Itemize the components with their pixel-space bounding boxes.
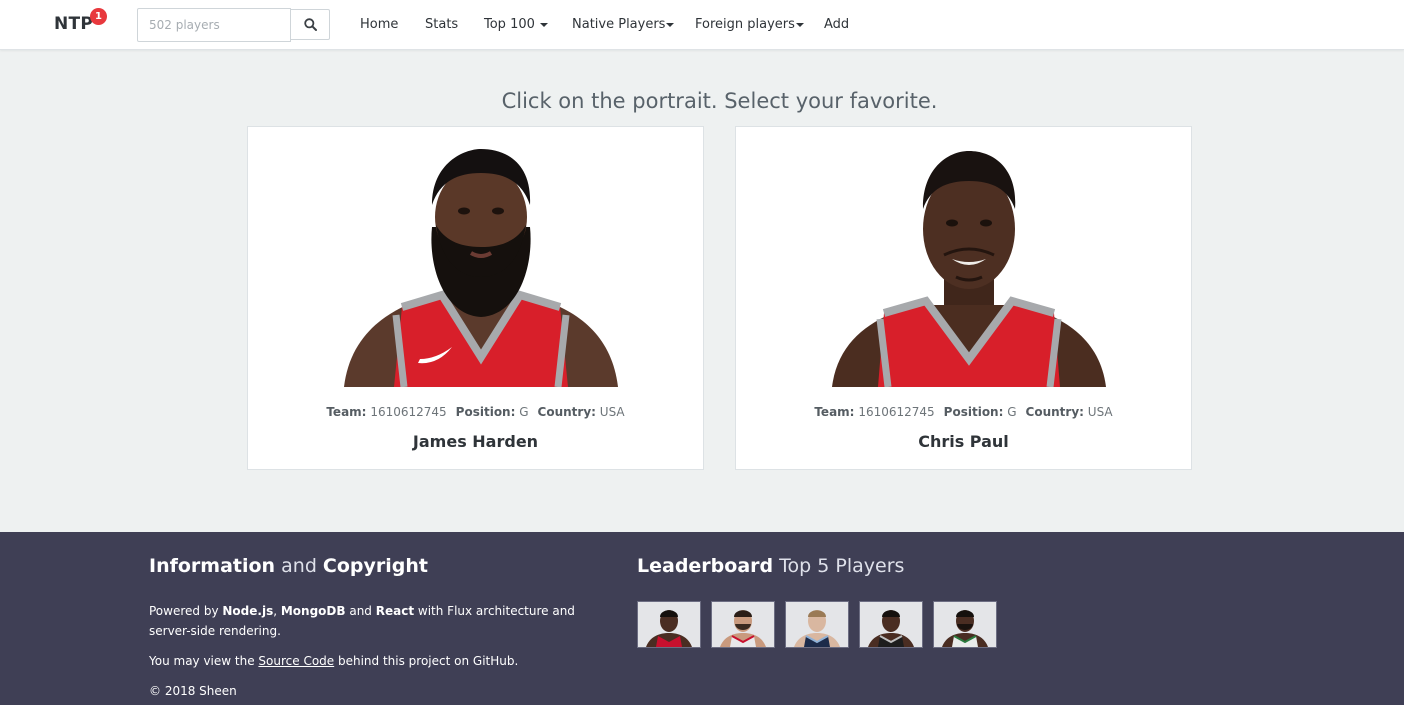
text-fragment: and	[345, 604, 376, 618]
notification-badge: 1	[90, 8, 107, 25]
nav-native-players-label: Native Players	[572, 17, 666, 32]
heading-rest: Top 5 Players	[773, 555, 905, 577]
caret-down-icon	[540, 22, 549, 27]
page-headline: Click on the portrait. Select your favor…	[501, 89, 938, 113]
leaderboard-thumb[interactable]	[785, 601, 849, 648]
player-thumbnail	[712, 602, 774, 647]
team-label: Team:	[326, 405, 367, 419]
player-card: Team: 1610612745 Position: G Country: USA …	[735, 126, 1192, 470]
footer: Information and Copyright Powered by Nod…	[0, 532, 1404, 705]
nav-top-100[interactable]: Top 100	[484, 17, 549, 32]
position-value: G	[519, 405, 529, 419]
copyright-text: © 2018 Sheen	[149, 684, 237, 698]
nav-home[interactable]: Home	[360, 17, 398, 32]
nav-foreign-players-label: Foreign players	[695, 17, 795, 32]
team-value: 1610612745	[858, 405, 935, 419]
heading-bold: Information	[149, 555, 276, 577]
player-thumbnail	[786, 602, 848, 647]
leaderboard-thumb[interactable]	[637, 601, 701, 648]
position-label: Position:	[943, 405, 1004, 419]
leaderboard-thumb[interactable]	[711, 601, 775, 648]
text-fragment: You may view the	[149, 654, 259, 668]
leaderboard-thumb[interactable]	[859, 601, 923, 648]
heading-bold: Leaderboard	[637, 555, 774, 577]
leaderboard-thumb[interactable]	[933, 601, 997, 648]
footer-info-heading: Information and Copyright	[149, 555, 428, 577]
player-thumbnail	[860, 602, 922, 647]
source-code-link[interactable]: Source Code	[258, 654, 334, 668]
player-meta: Team: 1610612745 Position: G Country: USA	[736, 405, 1191, 419]
country-label: Country:	[537, 405, 596, 419]
tech-mongodb: MongoDB	[280, 604, 346, 618]
nav-top-100-label: Top 100	[484, 17, 535, 32]
player-portrait[interactable]	[344, 147, 618, 387]
player-name: James Harden	[412, 432, 539, 451]
search-input[interactable]	[137, 8, 291, 42]
nav-add[interactable]: Add	[824, 17, 849, 32]
leaderboard-heading: Leaderboard Top 5 Players	[637, 555, 904, 577]
text-fragment: ,	[273, 604, 281, 618]
nav-foreign-players[interactable]: Foreign players	[695, 17, 804, 32]
player-meta: Team: 1610612745 Position: G Country: USA	[248, 405, 703, 419]
text-fragment: behind this project on GitHub.	[334, 654, 519, 668]
caret-down-icon	[795, 22, 804, 27]
country-label: Country:	[1025, 405, 1084, 419]
player-card: Team: 1610612745 Position: G Country: USA …	[247, 126, 704, 470]
source-code-text: You may view the Source Code behind this…	[149, 651, 619, 671]
player-name: Chris Paul	[918, 432, 1009, 451]
country-value: USA	[1087, 405, 1113, 419]
caret-down-icon	[666, 22, 675, 27]
position-label: Position:	[455, 405, 516, 419]
tech-nodejs: Node.js	[222, 604, 274, 618]
player-portrait[interactable]	[832, 147, 1106, 387]
heading-bold: Copyright	[322, 555, 428, 577]
country-value: USA	[599, 405, 625, 419]
team-label: Team:	[814, 405, 855, 419]
search-icon	[304, 18, 317, 31]
brand-logo[interactable]: NTP	[54, 14, 93, 34]
nav-native-players[interactable]: Native Players	[572, 17, 675, 32]
nav-stats[interactable]: Stats	[425, 17, 458, 32]
player-thumbnail	[638, 602, 700, 647]
team-value: 1610612745	[370, 405, 447, 419]
text-fragment: Powered by	[149, 604, 223, 618]
position-value: G	[1007, 405, 1017, 419]
tech-react: React	[375, 604, 415, 618]
powered-by-text: Powered by Node.js, MongoDB and React wi…	[149, 601, 619, 641]
top-navbar: NTP 1 Home Stats Top 100 Native Players …	[0, 0, 1404, 50]
heading-connector: and	[275, 555, 323, 577]
player-thumbnail	[934, 602, 996, 647]
search-button[interactable]	[290, 9, 330, 40]
